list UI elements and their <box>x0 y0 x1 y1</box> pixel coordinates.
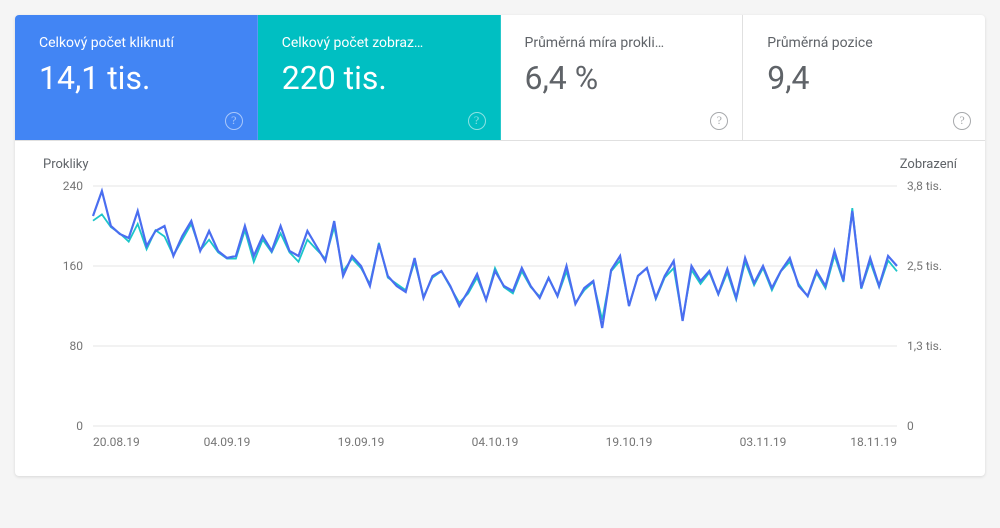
svg-text:0: 0 <box>907 419 914 433</box>
metric-value: 14,1 tis. <box>39 61 233 96</box>
svg-text:04.10.19: 04.10.19 <box>472 435 519 449</box>
metric-row: Celkový počet kliknutí 14,1 tis. ? Celko… <box>15 15 985 141</box>
svg-text:2,5 tis.: 2,5 tis. <box>907 259 942 273</box>
svg-text:3,8 tis.: 3,8 tis. <box>907 179 942 193</box>
y-right-ticks: 3,8 tis. 2,5 tis. 1,3 tis. 0 <box>907 179 942 433</box>
left-axis-title: Prokliky <box>43 157 89 172</box>
svg-text:80: 80 <box>70 339 84 353</box>
svg-text:19.09.19: 19.09.19 <box>338 435 385 449</box>
svg-text:160: 160 <box>63 259 83 273</box>
metric-label: Celkový počet kliknutí <box>39 35 233 51</box>
help-icon[interactable]: ? <box>468 112 486 130</box>
metric-value: 220 tis. <box>282 61 476 96</box>
help-icon[interactable]: ? <box>953 112 971 130</box>
metric-avg-position[interactable]: Průměrná pozice 9,4 ? <box>743 15 985 140</box>
chart-area: Prokliky Zobrazení 240 160 80 0 3,8 tis. 2,5… <box>15 141 985 476</box>
series-impressions <box>93 208 897 320</box>
right-axis-title: Zobrazení <box>900 157 957 172</box>
x-ticks: 20.08.19 04.09.19 19.09.19 04.10.19 19.10.19… <box>93 435 897 449</box>
svg-text:18.11.19: 18.11.19 <box>850 435 897 449</box>
metric-total-impressions[interactable]: Celkový počet zobraz… 220 tis. ? <box>258 15 501 140</box>
chart-grid <box>93 186 897 426</box>
metric-value: 9,4 <box>767 61 961 96</box>
svg-text:19.10.19: 19.10.19 <box>606 435 653 449</box>
help-icon[interactable]: ? <box>225 112 243 130</box>
svg-text:20.08.19: 20.08.19 <box>93 435 140 449</box>
metric-label: Celkový počet zobraz… <box>282 35 476 51</box>
help-icon[interactable]: ? <box>710 112 728 130</box>
metric-label: Průměrná pozice <box>767 35 961 51</box>
performance-card: Celkový počet kliknutí 14,1 tis. ? Celko… <box>15 15 985 476</box>
metric-total-clicks[interactable]: Celkový počet kliknutí 14,1 tis. ? <box>15 15 258 140</box>
svg-text:240: 240 <box>63 179 83 193</box>
svg-text:04.09.19: 04.09.19 <box>204 435 251 449</box>
performance-chart[interactable]: 240 160 80 0 3,8 tis. 2,5 tis. 1,3 tis. 0 20.0… <box>43 176 957 456</box>
series-clicks <box>93 191 897 328</box>
metric-avg-ctr[interactable]: Průměrná míra prokli… 6,4 % ? <box>501 15 744 140</box>
svg-text:0: 0 <box>76 419 83 433</box>
metric-value: 6,4 % <box>525 61 719 96</box>
y-left-ticks: 240 160 80 0 <box>63 179 83 433</box>
svg-text:03.11.19: 03.11.19 <box>740 435 787 449</box>
metric-label: Průměrná míra prokli… <box>525 35 719 51</box>
svg-text:1,3 tis.: 1,3 tis. <box>907 339 942 353</box>
